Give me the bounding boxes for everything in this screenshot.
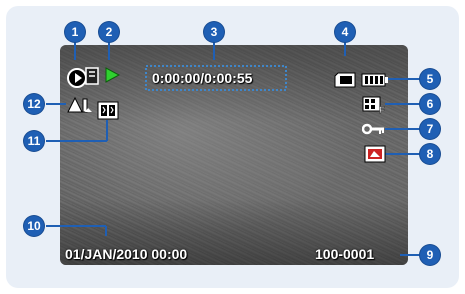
- callout-9: 9: [420, 245, 440, 265]
- playback-mode-icon: [67, 67, 99, 88]
- callout-3: 3: [204, 22, 224, 42]
- timecode: 0:00:00/0:00:55: [152, 70, 253, 86]
- print-mark-icon: [364, 145, 386, 163]
- memory-card-icon: [334, 72, 356, 88]
- callout-5: 5: [420, 69, 440, 89]
- date-time: 01/JAN/2010 00:00: [65, 246, 188, 262]
- callout-1: 1: [65, 22, 85, 42]
- file-number: 100-0001: [315, 246, 375, 262]
- anti-shake-icon: [67, 96, 92, 113]
- battery-icon: [361, 73, 388, 87]
- callout-4: 4: [335, 22, 355, 42]
- photo-quality-icon: F: [362, 96, 385, 114]
- callout-11: 11: [24, 131, 44, 151]
- callout-6: 6: [420, 94, 440, 114]
- callout-8: 8: [420, 144, 440, 164]
- play-icon: [105, 67, 121, 83]
- callout-12: 12: [24, 94, 44, 114]
- callout-7: 7: [420, 119, 440, 139]
- protect-key-icon: [362, 123, 384, 135]
- svg-text:F: F: [379, 105, 385, 114]
- callout-10: 10: [24, 216, 44, 236]
- callout-2: 2: [99, 22, 119, 42]
- slide-show-icon: [97, 101, 119, 120]
